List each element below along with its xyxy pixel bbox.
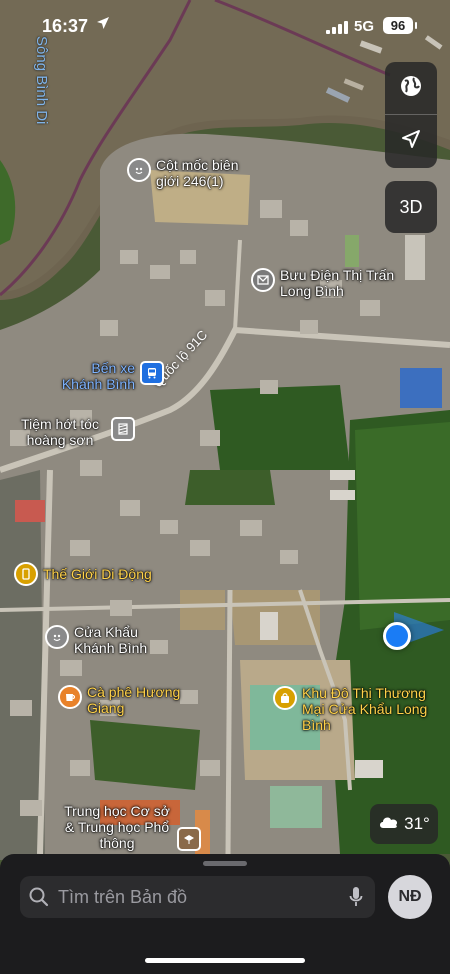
poi-cafe[interactable]: Cà phê Hương Giang — [58, 684, 187, 716]
microphone-icon[interactable] — [349, 886, 363, 913]
location-arrow-icon — [96, 16, 110, 34]
poi-label: Trung học Cơ sở & Trung học Phổ thông — [64, 803, 170, 851]
signal-icon — [326, 21, 348, 34]
cloud-icon — [378, 814, 400, 834]
network-type: 5G — [354, 18, 375, 35]
poi-label: Cửa Khẩu Khánh Bình — [74, 624, 148, 656]
poi-label: Cà phê Hương Giang — [87, 684, 181, 716]
view-3d-button[interactable]: 3D — [385, 181, 437, 233]
user-location-dot[interactable] — [383, 622, 411, 650]
status-time: 16:37 — [42, 16, 89, 36]
poi-label: Bến xe Khánh Bình — [61, 360, 135, 392]
landmark-icon — [127, 158, 151, 182]
globe-icon — [400, 75, 422, 102]
landmark-icon — [45, 625, 69, 649]
poi-label: Khu Đô Thị Thương Mại Cửa Khẩu Long Bình — [302, 685, 428, 733]
poi-border-gate[interactable]: Cửa Khẩu Khánh Bình — [45, 624, 164, 656]
poi-post-office[interactable]: Bưu Điện Thị Trấn Long Bình — [251, 267, 410, 299]
locate-button[interactable] — [385, 115, 437, 167]
bus-icon — [140, 361, 164, 385]
poi-barber[interactable]: Tiệm hớt tóc hoàng sơn — [14, 416, 135, 448]
map-controls — [385, 62, 437, 168]
poi-label: Cột mốc biên giới 246(1) — [156, 157, 239, 189]
shopping-bag-icon — [273, 686, 297, 710]
search-icon — [28, 886, 50, 913]
poi-commercial-zone[interactable]: Khu Đô Thị Thương Mại Cửa Khẩu Long Bình — [273, 685, 442, 733]
mail-icon — [251, 268, 275, 292]
sheet-grabber[interactable] — [203, 861, 247, 866]
poi-label: Thế Giới Di Động — [43, 565, 152, 582]
location-arrow-icon — [401, 129, 421, 154]
search-bar[interactable]: Tìm trên Bản đồ — [20, 876, 375, 918]
poi-school[interactable]: Trung học Cơ sở & Trung học Phổ thông — [62, 803, 201, 851]
barber-icon — [111, 417, 135, 441]
phone-icon — [14, 562, 38, 586]
river-label: Sông Bình Di — [33, 36, 50, 125]
poi-phone-store[interactable]: Thế Giới Di Động — [14, 561, 152, 586]
map-mode-button[interactable] — [385, 62, 437, 114]
school-icon — [177, 827, 201, 851]
poi-bus-station[interactable]: Bến xe Khánh Bình — [60, 360, 164, 392]
home-indicator — [145, 958, 305, 963]
weather-badge[interactable]: 31° — [370, 804, 438, 844]
poi-border-marker[interactable]: Cột mốc biên giới 246(1) — [127, 157, 256, 189]
status-bar: 16:37 5G 96 — [0, 0, 450, 54]
battery-indicator: 96 — [383, 17, 417, 34]
coffee-icon — [58, 685, 82, 709]
temperature: 31° — [404, 814, 430, 833]
poi-label: Bưu Điện Thị Trấn Long Bình — [280, 267, 395, 299]
poi-label: Tiệm hớt tóc hoàng sơn — [21, 416, 99, 448]
search-placeholder: Tìm trên Bản đồ — [58, 887, 188, 907]
account-avatar[interactable]: NĐ — [388, 875, 432, 919]
